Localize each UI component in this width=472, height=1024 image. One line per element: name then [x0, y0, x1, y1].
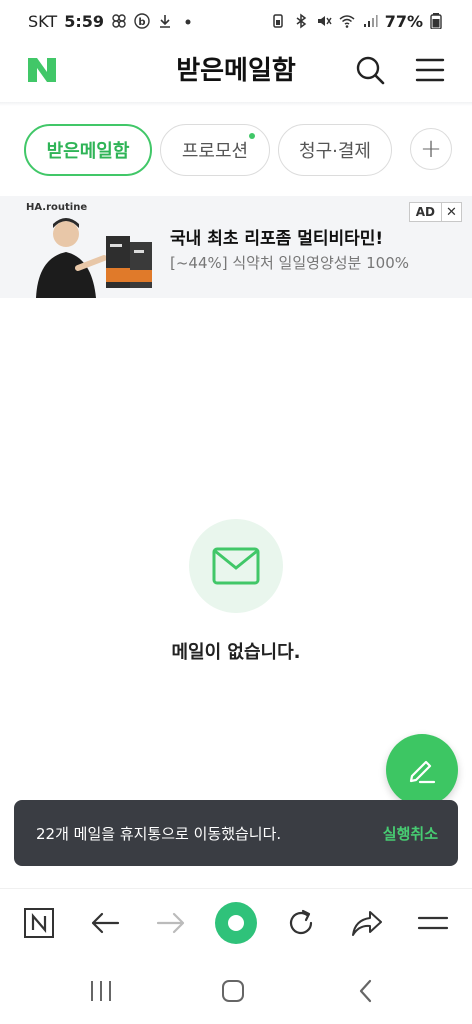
pinwheel-icon	[111, 13, 127, 29]
status-bar: SKT 5:59 b 77%	[0, 0, 472, 42]
refresh-icon	[289, 909, 313, 935]
back-icon	[359, 979, 372, 1003]
hamburger-menu-icon	[415, 58, 445, 82]
empty-state-message: 메일이 없습니다.	[171, 642, 301, 663]
naver-logo-icon[interactable]	[26, 54, 58, 86]
naver-home-button[interactable]	[19, 903, 59, 943]
empty-state-icon-circle	[189, 519, 283, 613]
new-indicator-dot	[249, 133, 255, 139]
menu-icon	[417, 916, 449, 930]
ad-image	[36, 218, 152, 298]
ad-headline: 국내 최초 리포좀 멀티비타민!	[170, 229, 384, 249]
home-button[interactable]	[213, 976, 253, 1006]
wifi-icon	[339, 13, 355, 29]
ad-brand: HA.routine	[26, 202, 88, 213]
tab-promotions[interactable]: 프로모션	[160, 124, 270, 176]
forward-button[interactable]	[151, 903, 191, 943]
share-icon	[352, 911, 382, 936]
undo-button[interactable]: 실행취소	[383, 823, 438, 844]
tab-inbox[interactable]: 받은메일함	[24, 124, 152, 176]
battery-saver-icon	[270, 13, 286, 29]
menu-button[interactable]	[412, 52, 448, 88]
share-button[interactable]	[347, 903, 387, 943]
recent-apps-button[interactable]	[81, 976, 121, 1006]
system-back-button[interactable]	[346, 976, 386, 1006]
browser-menu-button[interactable]	[413, 903, 453, 943]
home-icon	[222, 980, 244, 1002]
mail-icon	[212, 547, 260, 585]
battery-icon	[430, 13, 446, 30]
download-icon	[157, 13, 173, 29]
compose-button[interactable]	[386, 734, 458, 806]
green-dot-icon	[215, 902, 257, 944]
ad-subtext: [~44%] 식약처 일일영양성분 100%	[170, 254, 410, 272]
pencil-icon	[409, 760, 436, 784]
ad-banner[interactable]: HA.routine 국내 최초 리포좀 멀티비타민! [~44%] 식약처 일…	[0, 196, 472, 298]
browser-toolbar	[0, 888, 472, 956]
tab-label: 청구·결제	[299, 141, 371, 162]
header-divider	[0, 102, 472, 106]
mute-icon	[316, 13, 332, 29]
recent-apps-icon	[91, 981, 111, 1001]
tab-label: 받은메일함	[46, 141, 130, 162]
mailbox-tabs: 받은메일함 프로모션 청구·결제	[0, 124, 472, 178]
snackbar-message: 22개 메일을 휴지통으로 이동했습니다.	[36, 824, 282, 843]
green-dot-button[interactable]	[214, 901, 258, 945]
back-button[interactable]	[85, 903, 125, 943]
back-arrow-icon	[91, 912, 120, 934]
snackbar: 22개 메일을 휴지통으로 이동했습니다. 실행취소	[14, 800, 458, 866]
ad-label: AD	[415, 205, 435, 219]
forward-arrow-icon	[156, 912, 185, 934]
search-icon	[356, 56, 385, 85]
search-button[interactable]	[352, 52, 388, 88]
bluetooth-icon	[293, 13, 309, 29]
tab-billing[interactable]: 청구·결제	[278, 124, 392, 176]
naver-home-icon	[24, 908, 54, 938]
close-icon[interactable]: ✕	[441, 203, 461, 221]
page-title: 받은메일함	[176, 56, 296, 86]
plus-icon: +	[420, 134, 442, 164]
b-app-icon: b	[134, 13, 150, 29]
app-header: 받은메일함	[0, 42, 472, 102]
system-nav-bar	[0, 962, 472, 1024]
add-tab-button[interactable]: +	[410, 128, 452, 170]
ad-badge: AD ✕	[408, 202, 462, 222]
clock: 5:59	[64, 11, 104, 31]
tab-label: 프로모션	[181, 141, 249, 162]
signal-icon	[362, 13, 378, 29]
battery-percent: 77%	[384, 11, 423, 31]
svg-text:b: b	[138, 17, 145, 28]
dot-icon	[180, 13, 196, 29]
refresh-button[interactable]	[281, 903, 321, 943]
carrier-label: SKT	[28, 11, 58, 31]
